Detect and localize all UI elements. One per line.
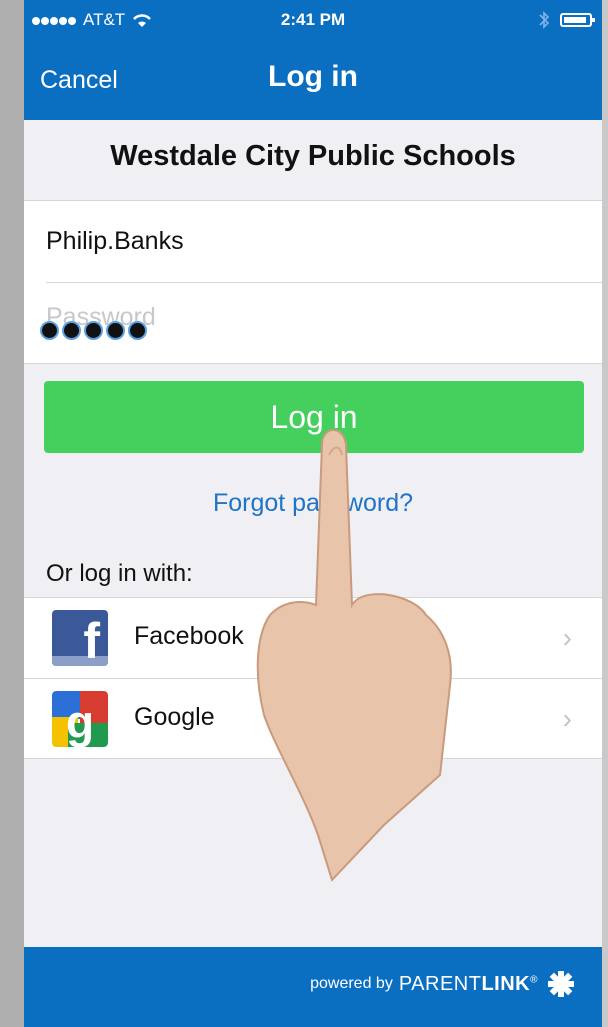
registered-mark: ® [530,973,538,985]
facebook-icon: f [52,610,108,666]
brand-name: PARENTLINK® [399,973,538,996]
status-bar: AT&T 2:41 PM [24,10,602,38]
chevron-right-icon: › [562,622,572,653]
frame-edge [602,0,608,1027]
navigation-bar: AT&T 2:41 PM Cancel Log in [24,0,602,120]
status-right [538,10,595,30]
status-time: 2:41 PM [280,10,346,29]
username-value: Philip.Banks [46,227,184,255]
brand-prefix: PARENT [398,972,482,995]
powered-by-label: powered by [310,975,393,992]
login-button[interactable]: Log in [44,381,584,453]
social-login-list: f Facebook › g Google › [24,597,602,759]
password-mask [40,321,147,340]
login-form: Philip.Banks Password [24,200,602,364]
password-field[interactable]: Password [40,282,602,363]
google-label: Google [134,703,215,731]
social-login-label: Or log in with: [46,560,193,587]
school-name: Westdale City Public Schools [110,140,516,172]
phone-screen: AT&T 2:41 PM Cancel Log in Westdale City… [24,0,602,1027]
bluetooth-icon [539,11,550,29]
battery-icon [560,13,595,27]
google-login-button[interactable]: g Google › [24,678,602,759]
footer-bar: powered by PARENTLINK® [24,947,602,1027]
page-title: Log in [268,60,358,93]
forgot-password-link[interactable]: Forgot password? [24,489,602,518]
parentlink-branding: powered by PARENTLINK® [310,971,574,997]
brand-suffix: LINK [481,972,531,995]
parentlink-logo-icon [548,971,574,997]
facebook-login-button[interactable]: f Facebook › [24,598,602,678]
google-icon: g [52,691,108,747]
facebook-label: Facebook [134,622,244,650]
username-field[interactable]: Philip.Banks [46,201,602,281]
chevron-right-icon: › [562,703,572,734]
